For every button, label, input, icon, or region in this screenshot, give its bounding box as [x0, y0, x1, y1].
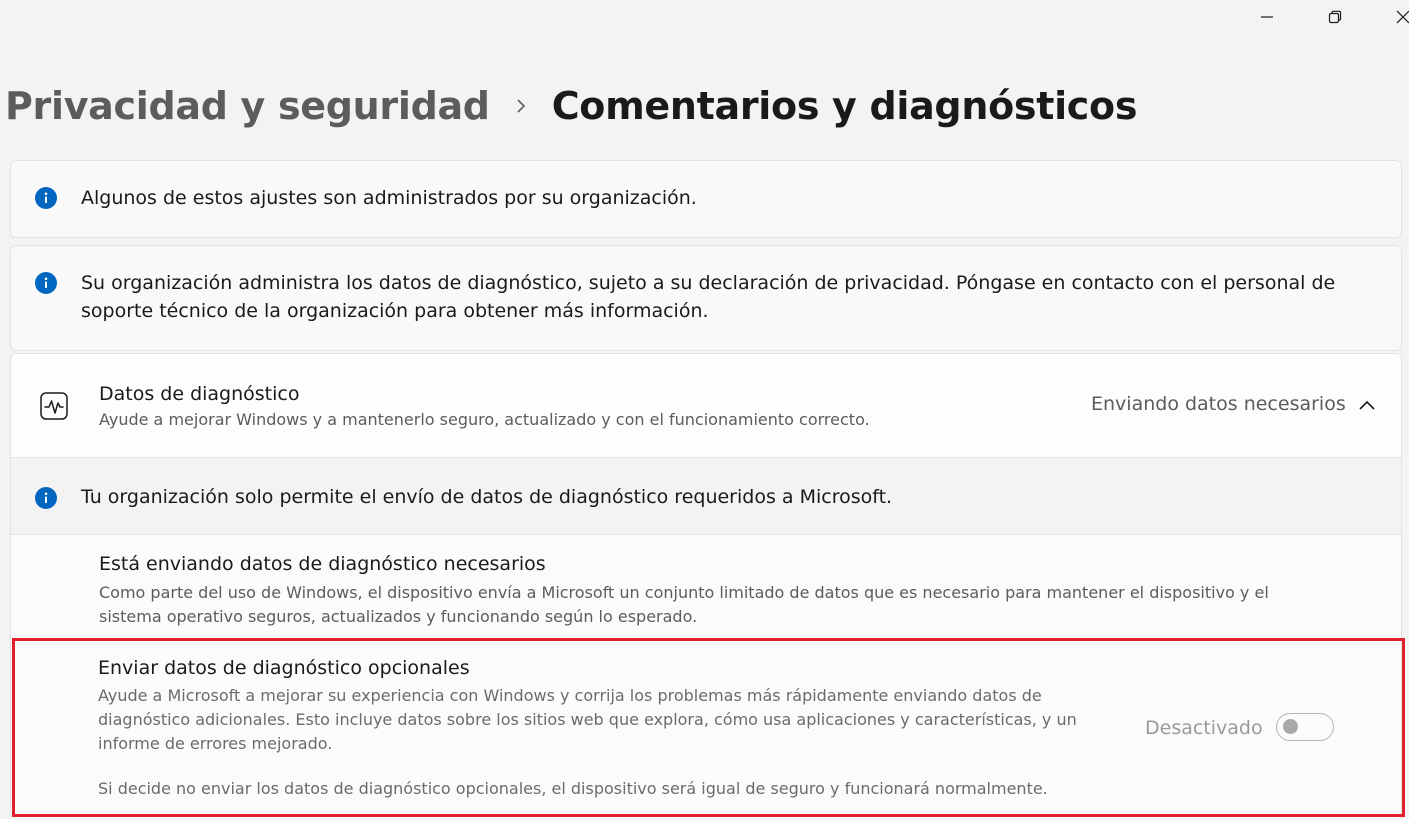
optional-data-note: Si decide no enviar los datos de diagnós…: [98, 779, 1048, 798]
optional-data-title: Enviar datos de diagnóstico opcionales: [98, 657, 470, 679]
toggle-knob: [1283, 719, 1298, 734]
breadcrumb-parent-link[interactable]: Privacidad y seguridad: [5, 84, 490, 128]
organization-required-data-notice: Tu organización solo permite el envío de…: [11, 458, 1401, 535]
required-data-title: Está enviando datos de diagnóstico neces…: [99, 553, 546, 575]
diagnostic-data-header[interactable]: Datos de diagnóstico Ayude a mejorar Win…: [11, 354, 1401, 458]
chevron-up-icon[interactable]: [1357, 395, 1377, 415]
diagnostic-data-title: Datos de diagnóstico: [99, 383, 300, 405]
optional-data-description-line3: informe de errores mejorado.: [98, 734, 333, 753]
diagnostic-data-status: Enviando datos necesarios: [1091, 393, 1346, 415]
required-data-description-line1: Como parte del uso de Windows, el dispos…: [99, 583, 1269, 602]
info-icon: [35, 487, 57, 509]
notice-text: Algunos de estos ajustes son administrad…: [81, 187, 697, 209]
info-icon: [35, 272, 57, 294]
optional-data-description: Ayude a Microsoft a mejorar su experienc…: [98, 684, 1098, 756]
minimize-icon: [1261, 16, 1273, 18]
close-icon: [1396, 10, 1409, 24]
optional-data-description-line1: Ayude a Microsoft a mejorar su experienc…: [98, 686, 1042, 705]
required-data-description-line2: sistema operativo seguros, actualizados …: [99, 607, 698, 626]
diagnostic-data-subtitle: Ayude a mejorar Windows y a mantenerlo s…: [99, 410, 870, 429]
optional-data-toggle-label: Desactivado: [1145, 717, 1263, 739]
organization-privacy-notice: Su organización administra los datos de …: [10, 245, 1402, 351]
title-bar: [0, 0, 1409, 36]
page-title: Comentarios y diagnósticos: [551, 84, 1138, 128]
notice-text: Su organización administra los datos de …: [81, 272, 1336, 322]
breadcrumb: Privacidad y seguridad Comentarios y dia…: [5, 78, 1137, 134]
info-icon: [35, 187, 57, 209]
restore-icon: [1328, 10, 1342, 24]
notice-text: Tu organización solo permite el envío de…: [81, 486, 893, 508]
restore-button[interactable]: [1312, 0, 1358, 34]
required-data-row: Está enviando datos de diagnóstico neces…: [11, 535, 1401, 639]
optional-data-toggle[interactable]: [1276, 713, 1334, 741]
chevron-right-icon: [514, 96, 528, 116]
minimize-button[interactable]: [1244, 0, 1290, 34]
close-button[interactable]: [1380, 0, 1409, 34]
managed-settings-notice: Algunos de estos ajustes son administrad…: [10, 160, 1402, 238]
activity-pulse-icon: [39, 391, 69, 421]
optional-data-description-line2: diagnóstico adicionales. Esto incluye da…: [98, 710, 1077, 729]
